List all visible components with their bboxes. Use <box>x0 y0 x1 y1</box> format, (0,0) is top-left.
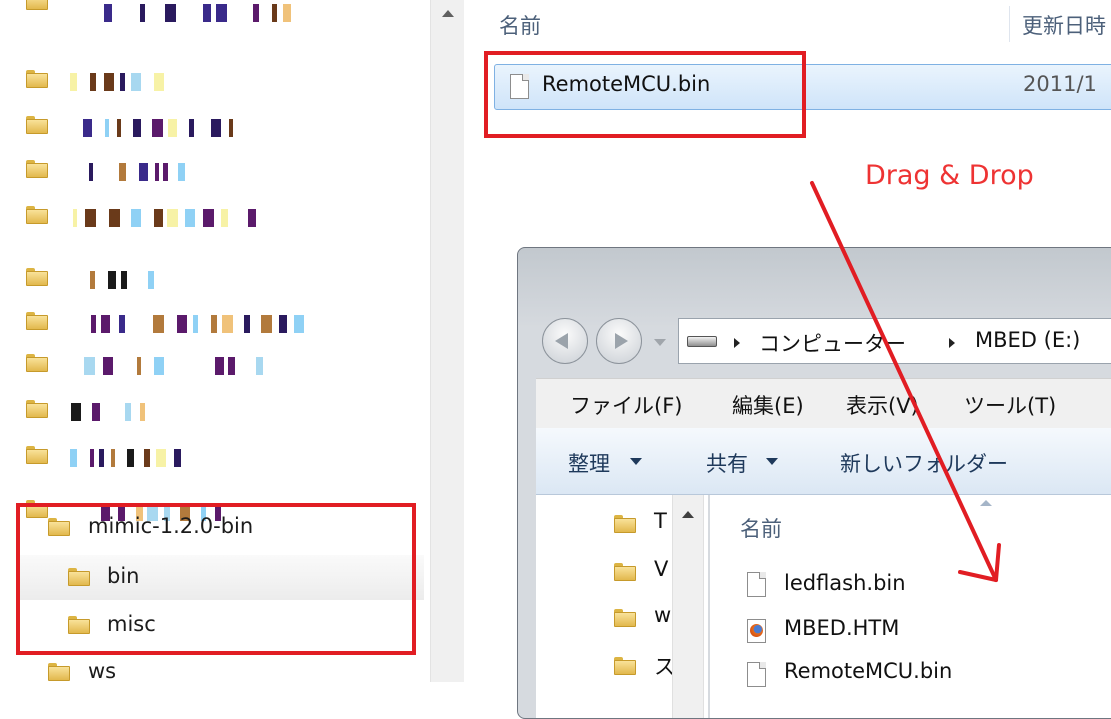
drag-arrow-icon <box>810 181 1001 582</box>
